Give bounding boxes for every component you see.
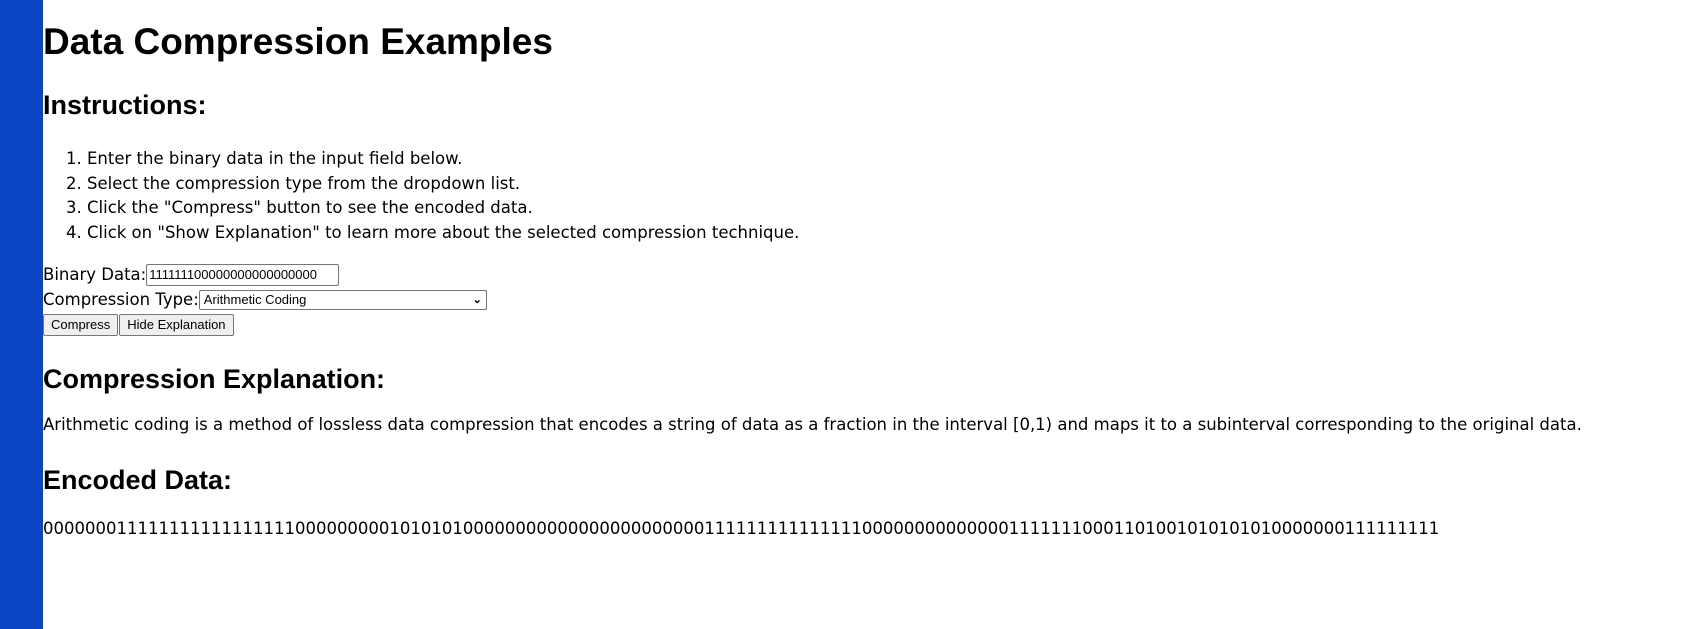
binary-data-input[interactable] — [146, 263, 340, 286]
compression-form: Binary Data: Compression Type: Arithmeti… — [43, 262, 487, 337]
instructions-list: Enter the binary data in the input field… — [43, 147, 799, 245]
explanation-text: Arithmetic coding is a method of lossles… — [43, 415, 1582, 434]
left-sidebar-bar — [0, 0, 43, 629]
page-title: Data Compression Examples — [43, 21, 553, 62]
instruction-item: Click on "Show Explanation" to learn mor… — [87, 221, 799, 246]
compress-button[interactable]: Compress — [43, 313, 119, 336]
binary-data-row: Binary Data: — [43, 262, 487, 287]
binary-data-label: Binary Data: — [43, 265, 147, 284]
page-content: Data Compression Examples Instructions: … — [43, 0, 1683, 538]
compression-type-row: Compression Type: Arithmetic Coding ⌄ — [43, 287, 487, 312]
button-row: Compress Hide Explanation — [43, 312, 487, 337]
instruction-item: Select the compression type from the dro… — [87, 172, 799, 197]
compression-type-selected: Arithmetic Coding — [203, 292, 307, 307]
compression-type-select[interactable]: Arithmetic Coding ⌄ — [198, 289, 487, 310]
chevron-down-icon: ⌄ — [472, 294, 482, 306]
explanation-heading: Compression Explanation: — [43, 364, 386, 394]
instruction-item: Click the "Compress" button to see the e… — [87, 196, 799, 221]
instruction-item: Enter the binary data in the input field… — [87, 147, 799, 172]
compression-type-label: Compression Type: — [43, 290, 199, 309]
encoded-heading: Encoded Data: — [43, 465, 233, 495]
hide-explanation-button[interactable]: Hide Explanation — [119, 313, 234, 336]
instructions-heading: Instructions: — [43, 90, 207, 120]
encoded-data-value: 0000000111111111111111110000000001010101… — [43, 519, 1440, 538]
